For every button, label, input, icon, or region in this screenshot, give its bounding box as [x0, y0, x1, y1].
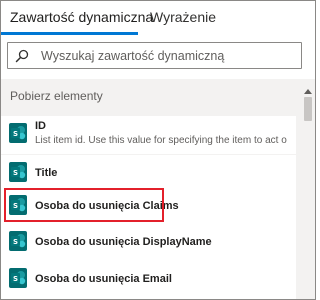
tab-dynamic-content[interactable]: Zawartość dynamiczna	[10, 1, 153, 35]
search-input[interactable]	[41, 44, 297, 67]
sharepoint-icon: S	[9, 231, 27, 251]
search-icon	[15, 49, 29, 63]
list-item-osoba-claims[interactable]: S Osoba do usunięcia Claims	[1, 188, 296, 226]
section-header: Pobierz elementy	[10, 89, 103, 103]
svg-text:S: S	[13, 202, 18, 210]
list-item-osoba-email[interactable]: S Osoba do usunięcia Email	[1, 261, 296, 299]
sharepoint-icon: S	[9, 195, 27, 215]
item-title: Osoba do usunięcia Claims	[35, 200, 179, 212]
tab-bar: Zawartość dynamiczna Wyrażenie	[1, 1, 315, 35]
item-title: Osoba do usunięcia Email	[35, 273, 172, 285]
list-item-osoba-displayname[interactable]: S Osoba do usunięcia DisplayName	[1, 224, 296, 262]
svg-text:S: S	[13, 169, 18, 177]
scrollbar[interactable]	[301, 79, 315, 299]
search-area	[1, 35, 315, 79]
tab-expression[interactable]: Wyrażenie	[150, 1, 216, 35]
sharepoint-icon: S	[9, 162, 27, 182]
search-box[interactable]	[7, 42, 302, 69]
svg-text:S: S	[13, 275, 18, 283]
dynamic-content-panel: Zawartość dynamiczna Wyrażenie Pobierz e…	[0, 0, 316, 300]
dynamic-content-list: Pobierz elementy S ID List item id. Use …	[1, 79, 315, 299]
list-item-id[interactable]: S ID List item id. Use this value for sp…	[1, 116, 296, 154]
item-title: ID	[35, 120, 46, 132]
scroll-up-arrow-icon[interactable]	[304, 81, 312, 94]
scrollbar-thumb[interactable]	[304, 97, 312, 121]
svg-text:S: S	[13, 130, 18, 138]
item-title: Title	[35, 167, 58, 179]
svg-text:S: S	[13, 238, 18, 246]
sharepoint-icon: S	[9, 268, 27, 288]
item-title: Osoba do usunięcia DisplayName	[35, 236, 212, 248]
sharepoint-icon: S	[9, 123, 27, 143]
item-description: List item id. Use this value for specify…	[35, 135, 287, 146]
